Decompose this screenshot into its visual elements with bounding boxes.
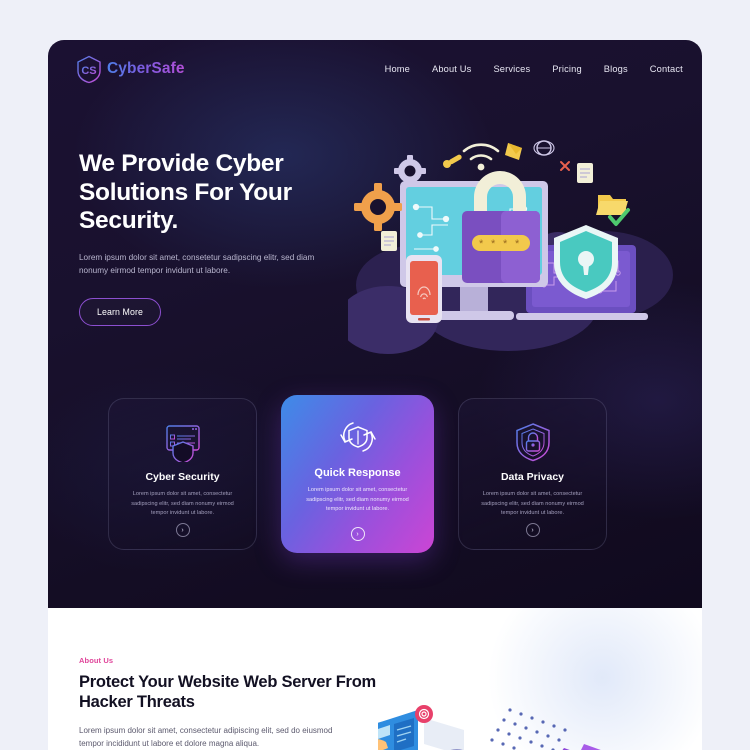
- about-eyebrow: About Us: [79, 656, 114, 665]
- card-arrow-icon[interactable]: ›: [350, 527, 365, 541]
- svg-text:*: *: [515, 238, 520, 250]
- feature-card-desc: Lorem ipsum dolor sit amet, consectetur …: [306, 487, 409, 513]
- about-section: About Us Protect Your Website Web Server…: [48, 608, 702, 750]
- svg-text:*: *: [503, 238, 508, 250]
- page-root: CS CyberSafe Home About Us Services Pric…: [0, 0, 750, 750]
- feature-card-title: Cyber Security: [145, 471, 220, 483]
- feature-cards: Cyber Security Lorem ipsum dolor sit ame…: [108, 395, 643, 553]
- nav-item-contact[interactable]: Contact: [650, 64, 683, 74]
- nav-item-about-us[interactable]: About Us: [432, 64, 471, 74]
- feature-card-quick-response[interactable]: Quick Response Lorem ipsum dolor sit ame…: [281, 395, 434, 553]
- nav-item-blogs[interactable]: Blogs: [604, 64, 628, 74]
- hero-section: CS CyberSafe Home About Us Services Pric…: [48, 40, 702, 608]
- shield-lock-icon: [513, 417, 553, 465]
- isometric-team-illustration: [378, 704, 702, 750]
- shield-logo-icon: CS: [76, 55, 102, 84]
- nav-item-pricing[interactable]: Pricing: [552, 64, 581, 74]
- navigation-bar: CS CyberSafe Home About Us Services Pric…: [48, 40, 702, 98]
- svg-text:CS: CS: [81, 65, 96, 77]
- brand-name: CyberSafe: [107, 60, 185, 77]
- feature-card-data-privacy[interactable]: Data Privacy Lorem ipsum dolor sit amet,…: [458, 398, 607, 550]
- cyber-security-illustration: * * * *: [348, 135, 688, 360]
- card-arrow-icon[interactable]: ›: [175, 523, 190, 537]
- brand-logo[interactable]: CS CyberSafe: [76, 55, 185, 84]
- nav-menu: Home About Us Services Pricing Blogs Con…: [385, 56, 702, 82]
- hero-copy: We Provide Cyber Solutions For Your Secu…: [79, 150, 344, 326]
- nav-item-services[interactable]: Services: [493, 64, 530, 74]
- site-card: CS CyberSafe Home About Us Services Pric…: [48, 40, 702, 750]
- about-title: Protect Your Website Web Server From Hac…: [79, 673, 376, 712]
- nav-item-home[interactable]: Home: [385, 64, 410, 74]
- feature-card-desc: Lorem ipsum dolor sit amet, consectetur …: [131, 491, 234, 517]
- hero-subtitle: Lorem ipsum dolor sit amet, consetetur s…: [79, 252, 315, 276]
- browser-shield-icon: [162, 417, 204, 465]
- hero-title: We Provide Cyber Solutions For Your Secu…: [79, 150, 292, 235]
- feature-card-title: Quick Response: [314, 467, 401, 479]
- about-text: Lorem ipsum dolor sit amet, consectetur …: [79, 725, 333, 748]
- feature-card-title: Data Privacy: [500, 471, 565, 483]
- about-copy: About Us Protect Your Website Web Server…: [79, 656, 379, 750]
- feature-card-cyber-security[interactable]: Cyber Security Lorem ipsum dolor sit ame…: [108, 398, 257, 550]
- card-arrow-icon[interactable]: ›: [525, 523, 540, 537]
- learn-more-button[interactable]: Learn More: [79, 297, 161, 326]
- refresh-shield-icon: [335, 413, 381, 461]
- svg-text:*: *: [491, 238, 496, 250]
- feature-card-desc: Lorem ipsum dolor sit amet, consectetur …: [481, 491, 584, 517]
- svg-text:*: *: [479, 238, 484, 250]
